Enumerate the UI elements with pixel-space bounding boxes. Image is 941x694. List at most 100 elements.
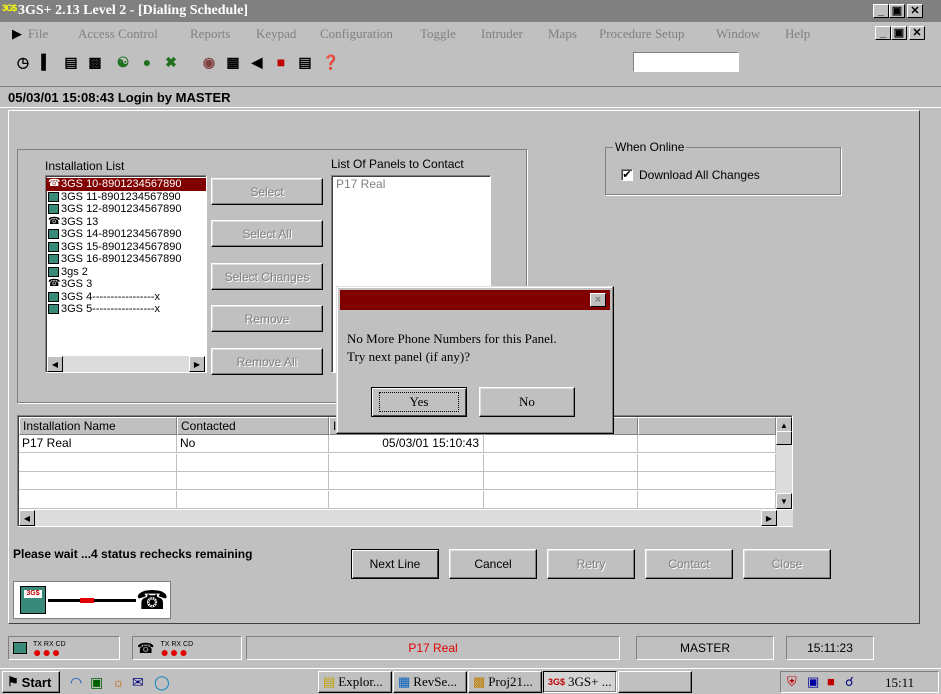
globe-icon[interactable]: ◯ xyxy=(154,673,170,691)
grid-cell[interactable] xyxy=(484,472,638,490)
search-icon[interactable]: ☌ xyxy=(845,674,854,690)
form-icon[interactable]: ▤ xyxy=(60,51,82,73)
user-search-icon[interactable]: ● xyxy=(136,51,158,73)
contact-button[interactable]: Contact xyxy=(645,549,733,579)
task-3gs[interactable]: 3G$ 3GS+ ... xyxy=(543,671,617,693)
help-pointer-icon[interactable]: ❓ xyxy=(320,51,342,73)
column-header[interactable]: Contacted xyxy=(177,417,329,435)
keypad-icon[interactable]: ▦ xyxy=(222,51,244,73)
grid-cell[interactable] xyxy=(19,453,177,472)
grid-vscrollbar[interactable]: ▲ ▼ xyxy=(776,417,792,509)
cancel-button[interactable]: Cancel xyxy=(449,549,537,579)
menu-help[interactable]: Help xyxy=(785,26,810,42)
installation-item[interactable]: 3GS 11-8901234567890 xyxy=(46,191,206,204)
remove-all-button[interactable]: Remove All xyxy=(211,348,323,375)
alarm-icon[interactable]: ■ xyxy=(270,51,292,73)
minimize-button[interactable]: _ xyxy=(873,4,889,18)
grid-cell[interactable]: No xyxy=(177,435,329,453)
installation-listbox[interactable]: ☎ 3GS 10-8901234567890 3GS 11-890123456789… xyxy=(45,175,207,373)
column-header[interactable]: Installation Name xyxy=(19,417,177,435)
no-button[interactable]: No xyxy=(479,387,575,417)
yes-button[interactable]: Yes xyxy=(371,387,467,417)
grid-cell[interactable] xyxy=(329,472,484,490)
grid-cell[interactable] xyxy=(484,490,638,509)
menu-procedure-setup[interactable]: Procedure Setup xyxy=(599,26,685,42)
task-revse[interactable]: ▦ RevSe... xyxy=(393,671,467,693)
menu-file[interactable]: File xyxy=(28,26,48,42)
grid-cell[interactable] xyxy=(484,435,638,453)
grid-cell[interactable] xyxy=(638,490,776,509)
network-icon[interactable]: ▣ xyxy=(807,674,819,690)
grid-cell[interactable]: P17 Real xyxy=(19,435,177,453)
installation-item[interactable]: 3GS 15-8901234567890 xyxy=(46,241,206,254)
printer-icon[interactable]: ▤ xyxy=(294,51,316,73)
installation-item[interactable]: 3GS 14-8901234567890 xyxy=(46,228,206,241)
outlook-icon[interactable]: ✉ xyxy=(132,673,144,691)
remove-button[interactable]: Remove xyxy=(211,305,323,332)
grid-cell[interactable] xyxy=(329,453,484,472)
grid-cell[interactable] xyxy=(638,472,776,490)
speaker-icon[interactable]: ◀ xyxy=(246,51,268,73)
select-button[interactable]: Select xyxy=(211,178,323,205)
child-restore-button[interactable]: ▣ xyxy=(891,26,907,40)
system-menu-icon[interactable]: ▶ xyxy=(12,26,22,42)
grid-cell[interactable] xyxy=(638,453,776,472)
dialog-title-bar[interactable]: × xyxy=(340,290,610,310)
select-changes-button[interactable]: Select Changes xyxy=(211,263,323,290)
users-icon[interactable]: ☯ xyxy=(112,51,134,73)
confirm-dialog[interactable]: × No More Phone Numbers for this Panel. … xyxy=(336,286,614,434)
installation-item[interactable]: 3gs 2 xyxy=(46,266,206,279)
menu-configuration[interactable]: Configuration xyxy=(320,26,393,42)
camera-icon[interactable]: ◉ xyxy=(198,51,220,73)
download-all-checkbox[interactable]: ✔ xyxy=(621,169,633,181)
menu-toggle[interactable]: Toggle xyxy=(420,26,456,42)
dialog-close-button[interactable]: × xyxy=(590,293,606,307)
child-close-button[interactable]: ✕ xyxy=(909,26,925,40)
task-empty[interactable] xyxy=(618,671,692,693)
installation-item[interactable]: ☎ 3GS 3 xyxy=(46,278,206,291)
menu-window[interactable]: Window xyxy=(716,26,760,42)
close-button[interactable]: ✕ xyxy=(907,4,923,18)
task-proj21[interactable]: ▩ Proj21... xyxy=(468,671,542,693)
clock-icon[interactable]: ◷ xyxy=(12,51,34,73)
display-icon[interactable]: ■ xyxy=(827,674,835,690)
scroll-thumb[interactable] xyxy=(776,431,792,445)
start-button[interactable]: ⚑ Start xyxy=(2,671,60,693)
next-line-button[interactable]: Next Line xyxy=(351,549,439,579)
installation-item[interactable]: 3GS 4-----------------x xyxy=(46,291,206,304)
grid-cell[interactable] xyxy=(19,490,177,509)
grid-cell[interactable] xyxy=(19,472,177,490)
installation-item[interactable]: ☎ 3GS 13 xyxy=(46,216,206,229)
menu-reports[interactable]: Reports xyxy=(190,26,230,42)
scroll-down-icon[interactable]: ▼ xyxy=(776,493,792,509)
menu-keypad[interactable]: Keypad xyxy=(256,26,296,42)
grid-cell[interactable] xyxy=(177,472,329,490)
shield-icon[interactable]: ⛨ xyxy=(787,674,797,690)
child-minimize-button[interactable]: _ xyxy=(875,26,891,40)
menu-maps[interactable]: Maps xyxy=(548,26,577,42)
installation-item[interactable]: 3GS 5-----------------x xyxy=(46,303,206,316)
door-icon[interactable]: ▍ xyxy=(36,51,58,73)
menu-access-control[interactable]: Access Control xyxy=(78,26,158,42)
installation-hscrollbar[interactable]: ◀ ▶ xyxy=(47,356,205,372)
close-action-button[interactable]: Close xyxy=(743,549,831,579)
user-delete-icon[interactable]: ✖ xyxy=(160,51,182,73)
grid-cell[interactable] xyxy=(329,490,484,509)
grid-cell[interactable] xyxy=(484,453,638,472)
desktop-icon[interactable]: ▣ xyxy=(90,673,103,691)
restore-button[interactable]: ▣ xyxy=(889,4,905,18)
select-all-button[interactable]: Select All xyxy=(211,220,323,247)
grid-cell[interactable]: 05/03/01 15:10:43 xyxy=(329,435,484,453)
retry-button[interactable]: Retry xyxy=(547,549,635,579)
scroll-right-icon[interactable]: ▶ xyxy=(189,356,205,372)
scroll-right-icon[interactable]: ▶ xyxy=(761,510,777,526)
scroll-left-icon[interactable]: ◀ xyxy=(47,356,63,372)
grid-cell[interactable] xyxy=(177,453,329,472)
panel-item[interactable]: P17 Real xyxy=(332,176,490,190)
ie-icon[interactable]: ◠ xyxy=(70,673,82,691)
grid-cell[interactable] xyxy=(638,435,776,453)
menu-intruder[interactable]: Intruder xyxy=(481,26,523,42)
installation-item[interactable]: 3GS 12-8901234567890 xyxy=(46,203,206,216)
report-icon[interactable]: ▩ xyxy=(84,51,106,73)
column-header[interactable] xyxy=(638,417,776,435)
